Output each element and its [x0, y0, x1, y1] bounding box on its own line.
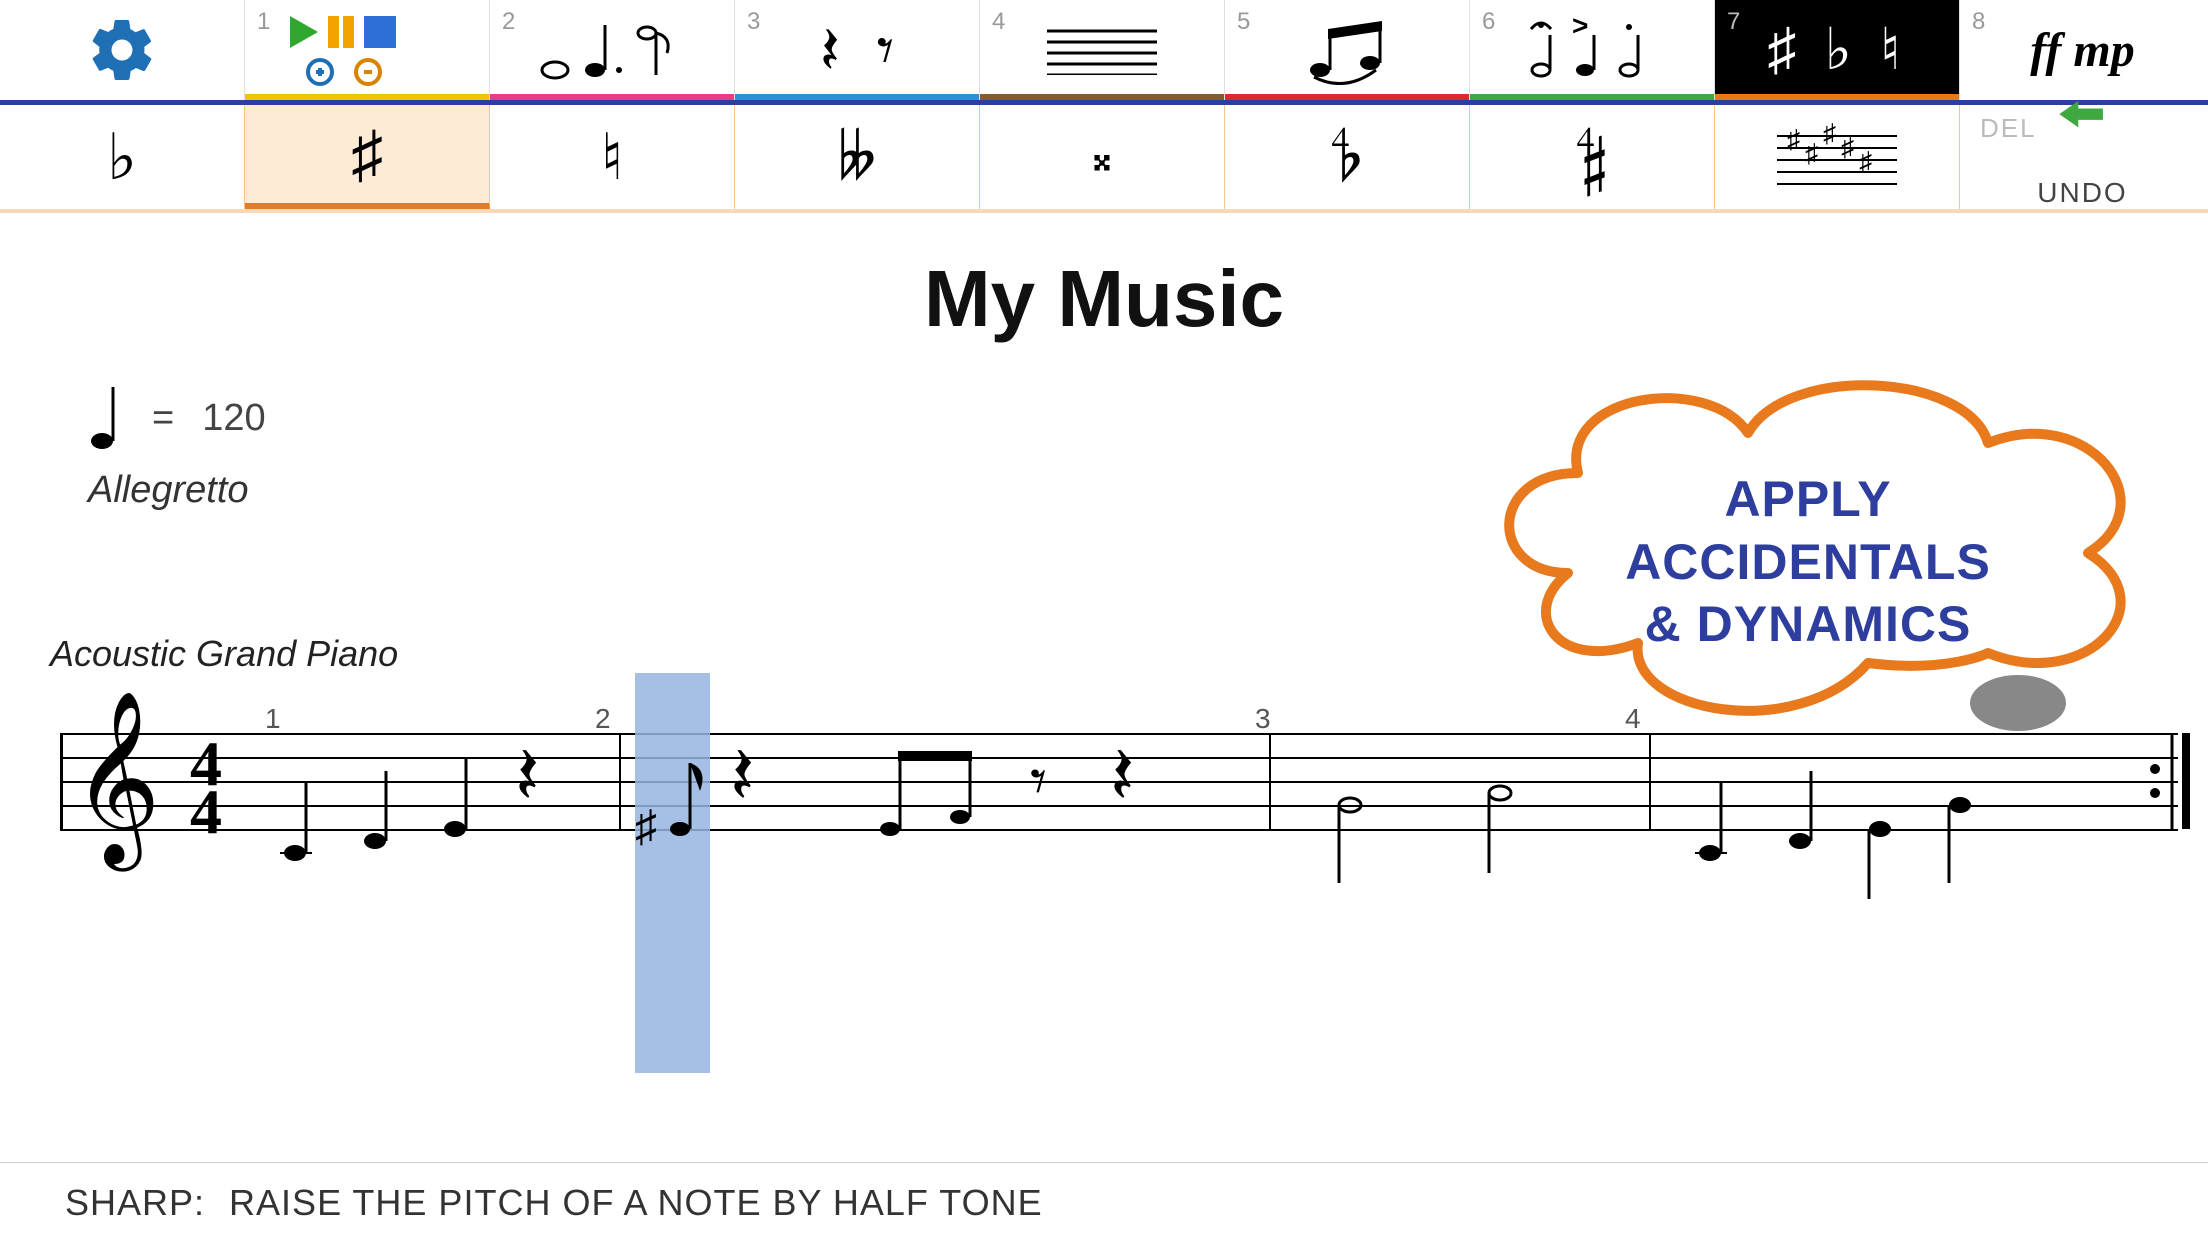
- info-term: SHARP:: [65, 1182, 205, 1224]
- svg-text:♯: ♯: [1841, 132, 1854, 162]
- svg-text:4: 4: [190, 776, 222, 847]
- double-flat-button[interactable]: 𝄫: [735, 105, 980, 209]
- tab-number: 1: [257, 8, 270, 36]
- tab-articulation[interactable]: 6 >: [1470, 0, 1715, 100]
- sharp-button[interactable]: ♯: [245, 105, 490, 209]
- tab-number: 6: [1482, 8, 1495, 36]
- accidentals-icon: ♯ ♭ ♮: [1767, 21, 1906, 79]
- svg-text:𝄽: 𝄽: [515, 731, 539, 820]
- key-signature-icon: ♯ ♯ ♯ ♯ ♯: [1777, 122, 1897, 192]
- flat-icon: ♭: [107, 120, 137, 195]
- callout-line2: ACCIDENTALS: [1448, 531, 2168, 594]
- tempo-term: Allegretto: [88, 469, 266, 512]
- half-flat-icon: 𝄳: [1332, 120, 1363, 195]
- svg-text:𝄞: 𝄞: [72, 692, 161, 872]
- tab-number: 4: [992, 8, 1005, 36]
- articulation-icon: >: [1517, 15, 1667, 85]
- tab-number: 7: [1727, 8, 1740, 36]
- tempo-equals: =: [152, 397, 174, 440]
- svg-text:♯: ♯: [1805, 138, 1818, 168]
- gear-icon: [86, 14, 158, 86]
- beamed-notes-icon: [1292, 15, 1402, 85]
- tab-dynamics[interactable]: 8 ff mp: [1960, 0, 2205, 100]
- tab-ties[interactable]: 5: [1225, 0, 1470, 100]
- score-canvas[interactable]: My Music = 120 Allegretto Acoustic Grand…: [0, 253, 2208, 1202]
- half-sharp-icon: 𝄲: [1577, 120, 1607, 195]
- tab-rests[interactable]: 3 𝄽 𝄾: [735, 0, 980, 100]
- score-title: My Music: [0, 253, 2208, 345]
- staff[interactable]: 1 2 3 4 𝄞 4 4 𝄽 ♯: [20, 683, 2188, 1083]
- callout-line1: APPLY: [1448, 468, 2168, 531]
- sharp-icon: ♯: [351, 117, 383, 191]
- half-sharp-button[interactable]: 𝄲: [1470, 105, 1715, 209]
- tab-number: 8: [1972, 8, 1985, 36]
- note-values-icon: [537, 15, 687, 85]
- playback-controls-icon: [282, 10, 452, 90]
- quarter-note-icon: [88, 383, 124, 453]
- undo-icon: [2058, 99, 2108, 135]
- double-sharp-button[interactable]: 𝄪: [980, 105, 1225, 209]
- svg-text:>: >: [1572, 15, 1588, 41]
- tab-staff[interactable]: 4: [980, 0, 1225, 100]
- tempo-bpm: 120: [202, 397, 265, 440]
- tab-number: 2: [502, 8, 515, 36]
- info-description: RAISE THE PITCH OF A NOTE BY HALF TONE: [229, 1182, 1043, 1224]
- natural-icon: ♮: [601, 120, 624, 195]
- dynamics-icon: ff mp: [2030, 23, 2134, 78]
- instrument-label: Acoustic Grand Piano: [50, 633, 398, 675]
- undo-label: UNDO: [2037, 177, 2127, 209]
- svg-text:𝄾: 𝄾: [1030, 745, 1047, 817]
- svg-text:𝄽: 𝄽: [730, 731, 754, 820]
- svg-text:♯: ♯: [635, 802, 657, 851]
- key-signature-button[interactable]: ♯ ♯ ♯ ♯ ♯: [1715, 105, 1960, 209]
- svg-text:♯: ♯: [1823, 122, 1836, 148]
- music-notation: 𝄞 4 4 𝄽 ♯ 𝄽 𝄾 𝄽: [60, 673, 2200, 933]
- accidentals-toolbar: ♭ ♯ ♮ 𝄫 𝄪 𝄳 𝄲 ♯ ♯ ♯ ♯ ♯ DEL UNDO: [0, 105, 2208, 213]
- half-flat-button[interactable]: 𝄳: [1225, 105, 1470, 209]
- tab-number: 5: [1237, 8, 1250, 36]
- svg-text:𝄽: 𝄽: [1110, 731, 1134, 820]
- double-sharp-icon: 𝄪: [1093, 135, 1111, 180]
- flat-button[interactable]: ♭: [0, 105, 245, 209]
- tab-accidentals[interactable]: 7 ♯ ♭ ♮: [1715, 0, 1960, 100]
- info-bar: SHARP: RAISE THE PITCH OF A NOTE BY HALF…: [0, 1162, 2208, 1242]
- settings-button[interactable]: [0, 0, 245, 100]
- tempo-block: = 120 Allegretto: [88, 383, 266, 512]
- undo-button[interactable]: DEL UNDO: [1960, 105, 2205, 209]
- double-flat-icon: 𝄫: [838, 120, 876, 195]
- tab-notes[interactable]: 2: [490, 0, 735, 100]
- callout-line3: & DYNAMICS: [1448, 593, 2168, 656]
- main-toolbar: 1 2 3 𝄽 𝄾 4: [0, 0, 2208, 105]
- staff-icon: [1047, 25, 1157, 75]
- svg-text:♯: ♯: [1859, 146, 1872, 176]
- svg-text:♯: ♯: [1787, 124, 1800, 154]
- natural-button[interactable]: ♮: [490, 105, 735, 209]
- staff-lines: 𝄞 4 4 𝄽 ♯ 𝄽 𝄾 𝄽: [60, 733, 2178, 853]
- del-label: DEL: [1980, 113, 2037, 144]
- rests-icon: 𝄽 𝄾: [820, 17, 894, 83]
- tab-number: 3: [747, 8, 760, 36]
- tab-playback[interactable]: 1: [245, 0, 490, 100]
